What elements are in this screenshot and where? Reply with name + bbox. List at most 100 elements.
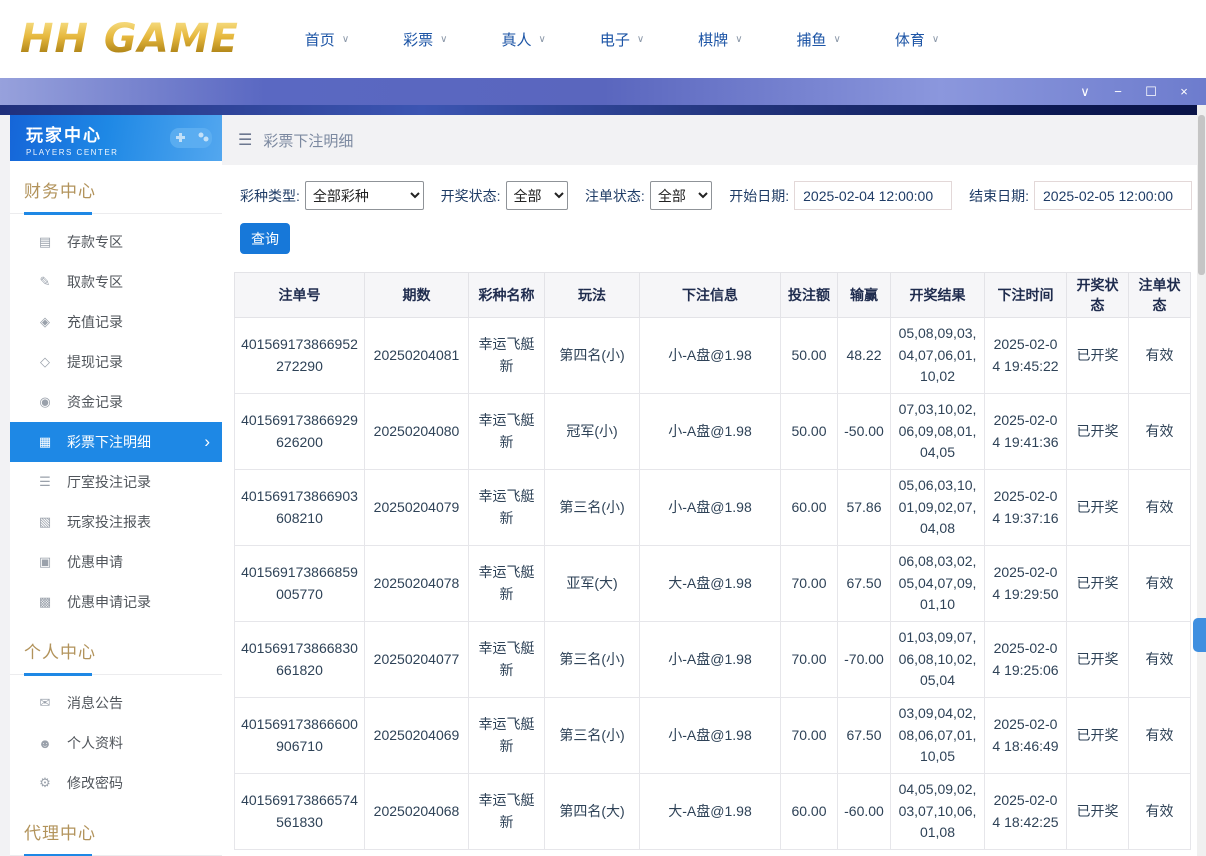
table-cell: -70.00 — [838, 622, 891, 698]
table-cell: 2025-02-04 19:29:50 — [985, 546, 1067, 622]
table-cell: 小-A盘@1.98 — [640, 394, 781, 470]
table-cell: 2025-02-04 19:41:36 — [985, 394, 1067, 470]
titlebar-strip — [0, 105, 1206, 115]
user-icon: ☻ — [36, 736, 54, 751]
table-cell: 2025-02-04 19:37:16 — [985, 470, 1067, 546]
table-cell: 幸运飞艇新 — [469, 698, 545, 774]
table-cell: 2025-02-04 19:25:06 — [985, 622, 1067, 698]
table-cell: 有效 — [1129, 470, 1191, 546]
bet-status-select[interactable]: 全部 — [650, 181, 712, 210]
table-cell: 2025-02-04 18:46:49 — [985, 698, 1067, 774]
bell-icon: ✉ — [36, 695, 54, 711]
column-header: 彩种名称 — [469, 273, 545, 318]
sidebar-item-promo-apply-records[interactable]: ▩优惠申请记录 — [10, 582, 222, 622]
table-cell: 50.00 — [781, 394, 838, 470]
sidebar-item-lottery-bet-details[interactable]: ▦彩票下注明细› — [10, 422, 222, 462]
gear-icon: ⚙ — [36, 775, 54, 791]
column-header: 开奖结果 — [891, 273, 985, 318]
topnav-item-electronic[interactable]: 电子∨ — [600, 29, 644, 50]
column-header: 投注额 — [781, 273, 838, 318]
table-row: 40156917386685900577020250204078幸运飞艇新亚军(… — [235, 546, 1191, 622]
topnav-item-label: 真人 — [501, 29, 531, 50]
table-cell: 亚军(大) — [545, 546, 640, 622]
table-cell: 第三名(小) — [545, 470, 640, 546]
sidebar-item-label: 消息公告 — [67, 693, 123, 713]
topnav-item-live[interactable]: 真人 ∨ — [501, 29, 545, 50]
sidebar-item-fund-records[interactable]: ◉资金记录 — [10, 382, 222, 422]
sidebar-item-recharge-records[interactable]: ◈充值记录 — [10, 302, 222, 342]
sidebar-item-promo-apply[interactable]: ▣优惠申请 — [10, 542, 222, 582]
table-cell: 小-A盘@1.98 — [640, 318, 781, 394]
table-cell: 48.22 — [838, 318, 891, 394]
topnav-item-fishing[interactable]: 捕鱼∨ — [797, 29, 841, 50]
topnav-item-sports[interactable]: 体育∨ — [895, 29, 939, 50]
query-button[interactable]: 查询 — [240, 223, 290, 254]
table-cell: 大-A盘@1.98 — [640, 546, 781, 622]
window-menu-chevron-icon[interactable]: ∨ — [1077, 85, 1093, 98]
table-cell: 401569173866574561830 — [235, 774, 365, 850]
chevron-down-icon: ∨ — [342, 34, 349, 45]
table-cell: -50.00 — [838, 394, 891, 470]
filter-bar: 彩种类型: 全部彩种 开奖状态: 全部 注单状态: 全部 开始日期: 结束日期: — [234, 181, 1192, 210]
table-cell: 小-A盘@1.98 — [640, 622, 781, 698]
sidebar-section-heading: 财务中心 — [10, 177, 222, 202]
lottery-type-select[interactable]: 全部彩种 — [305, 181, 424, 210]
minimize-button[interactable]: − — [1110, 85, 1126, 98]
topnav-item-home[interactable]: 首页∨ — [305, 29, 349, 50]
table-cell: -60.00 — [838, 774, 891, 850]
recharge-record-icon: ◈ — [36, 314, 54, 330]
table-cell: 70.00 — [781, 622, 838, 698]
gamepad-icon — [168, 122, 214, 157]
topnav-item-lottery[interactable]: 彩票∨ — [403, 29, 447, 50]
close-button[interactable]: × — [1176, 85, 1192, 98]
table-cell: 70.00 — [781, 546, 838, 622]
table-cell: 第三名(小) — [545, 698, 640, 774]
maximize-button[interactable]: ☐ — [1143, 85, 1159, 98]
scrollbar[interactable] — [1197, 105, 1206, 856]
sidebar-item-profile[interactable]: ☻个人资料 — [10, 723, 222, 763]
main-area: ☰ 彩票下注明细 彩种类型: 全部彩种 开奖状态: 全部 注单状态: 全部 开始… — [222, 115, 1206, 856]
column-header: 开奖状态 — [1067, 273, 1129, 318]
sidebar-item-label: 取款专区 — [67, 272, 123, 292]
sidebar-item-deposit[interactable]: ▤存款专区 — [10, 222, 222, 262]
sidebar-item-withdraw[interactable]: ✎取款专区 — [10, 262, 222, 302]
table-row: 40156917386683066182020250204077幸运飞艇新第三名… — [235, 622, 1191, 698]
menu-icon[interactable]: ☰ — [238, 130, 252, 150]
end-date-input[interactable] — [1034, 181, 1192, 210]
table-cell: 幸运飞艇新 — [469, 394, 545, 470]
table-cell: 401569173866952272290 — [235, 318, 365, 394]
table-cell: 有效 — [1129, 622, 1191, 698]
sidebar-item-cashout-records[interactable]: ◇提现记录 — [10, 342, 222, 382]
sidebar-item-change-password[interactable]: ⚙修改密码 — [10, 763, 222, 803]
table-cell: 已开奖 — [1067, 774, 1129, 850]
sidebar-item-messages[interactable]: ✉ 消息公告 — [10, 683, 222, 723]
sidebar-section-heading: 代理中心 — [10, 819, 222, 844]
draw-status-select[interactable]: 全部 — [506, 181, 568, 210]
table-cell: 03,09,04,02,08,06,07,01,10,05 — [891, 698, 985, 774]
table-row: 40156917386657456183020250204068幸运飞艇新第四名… — [235, 774, 1191, 850]
start-date-input[interactable] — [794, 181, 952, 210]
scrollbar-thumb[interactable] — [1198, 115, 1205, 275]
topnav-item-chess[interactable]: 棋牌∨ — [698, 29, 742, 50]
table-cell: 07,03,10,02,06,09,08,01,04,05 — [891, 394, 985, 470]
sidebar-section-heading: 个人中心 — [10, 638, 222, 663]
section-divider — [10, 673, 222, 675]
chevron-down-icon: ∨ — [539, 34, 546, 45]
floating-widget[interactable] — [1193, 618, 1206, 652]
table-cell: 20250204081 — [365, 318, 469, 394]
sidebar-item-player-bet-report[interactable]: ▧玩家投注报表 — [10, 502, 222, 542]
table-cell: 2025-02-04 18:42:25 — [985, 774, 1067, 850]
bet-details-icon: ▦ — [36, 434, 54, 450]
breadcrumb: ☰ 彩票下注明细 — [222, 115, 1206, 165]
chevron-down-icon: ∨ — [440, 34, 447, 45]
bet-status-label: 注单状态: — [585, 186, 645, 206]
table-cell: 401569173866830661820 — [235, 622, 365, 698]
table-row: 40156917386660090671020250204069幸运飞艇新第三名… — [235, 698, 1191, 774]
table-cell: 大-A盘@1.98 — [640, 774, 781, 850]
table-cell: 幸运飞艇新 — [469, 470, 545, 546]
table-cell: 冠军(小) — [545, 394, 640, 470]
chevron-down-icon: ∨ — [735, 34, 742, 45]
window-titlebar: ∨ − ☐ × — [0, 78, 1206, 105]
sidebar-item-room-bet-records[interactable]: ☰厅室投注记录 — [10, 462, 222, 502]
sidebar-item-label: 玩家投注报表 — [67, 512, 151, 532]
